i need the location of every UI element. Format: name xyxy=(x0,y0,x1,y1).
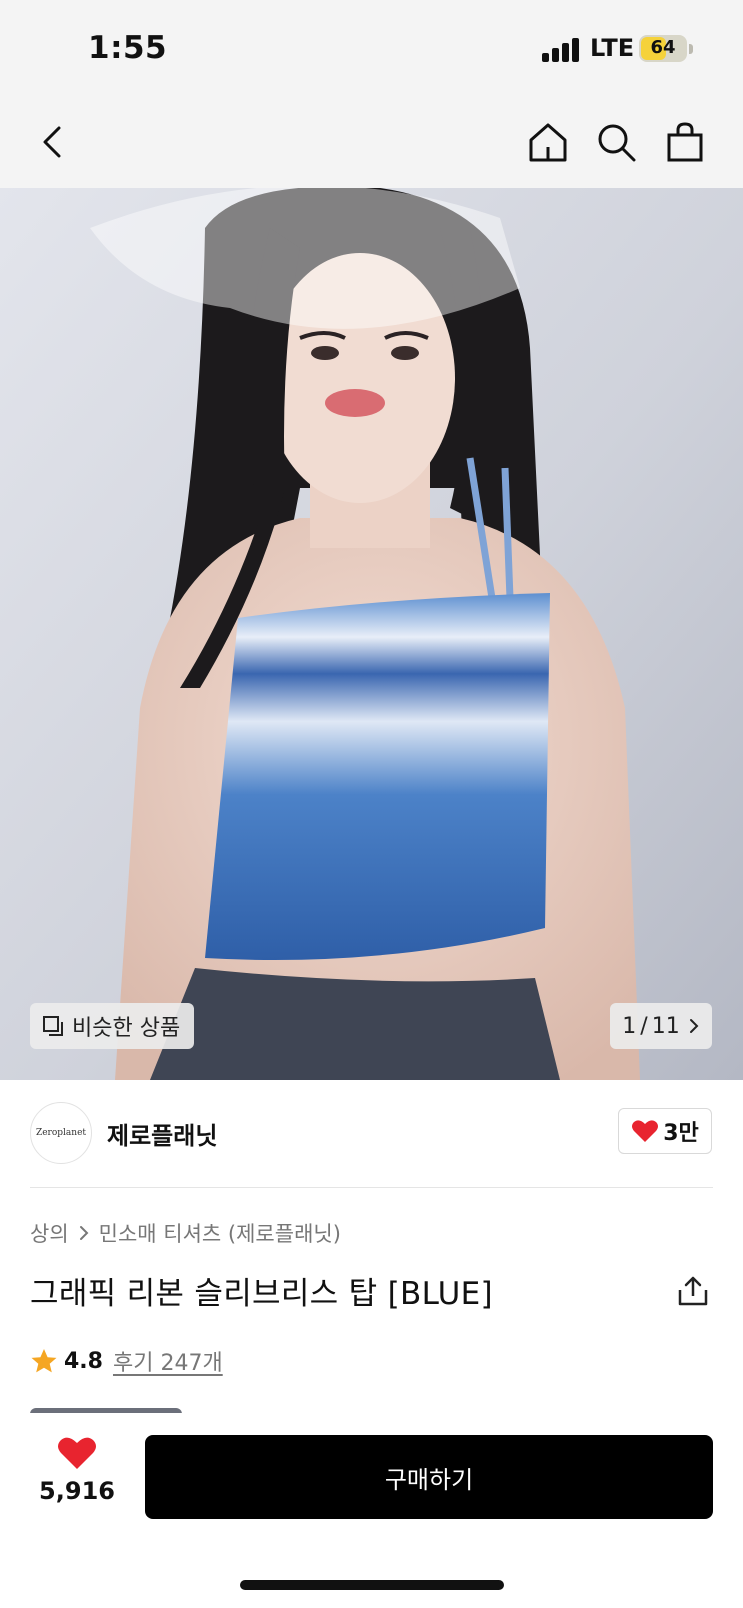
signal-icon xyxy=(542,38,582,62)
status-bar: 1:55 LTE 64 xyxy=(0,0,743,96)
page-current: 1 xyxy=(622,1013,637,1039)
brand-like-button[interactable]: 3만 xyxy=(618,1108,712,1154)
page-total: 11 xyxy=(651,1013,680,1039)
star-icon xyxy=(31,1349,57,1373)
battery-icon: 64 xyxy=(639,35,687,62)
brand-logo[interactable]: Zeroplanet xyxy=(30,1102,92,1164)
home-indicator xyxy=(240,1580,504,1590)
bottom-action-bar: 5,916 구매하기 xyxy=(0,1413,743,1608)
bag-icon xyxy=(667,122,703,162)
gallery-page-indicator[interactable]: 1 / 11 xyxy=(610,1003,712,1049)
home-button[interactable] xyxy=(520,114,576,170)
rating-value: 4.8 xyxy=(64,1348,103,1374)
chevron-right-icon xyxy=(689,1019,699,1033)
similar-icon xyxy=(43,1016,63,1036)
product-image[interactable] xyxy=(0,188,743,1080)
search-button[interactable] xyxy=(588,114,644,170)
share-button[interactable] xyxy=(676,1274,710,1308)
similar-items-button[interactable]: 비슷한 상품 xyxy=(30,1003,195,1049)
page-separator: / xyxy=(640,1013,648,1039)
chevron-right-icon xyxy=(79,1226,89,1240)
product-like-button[interactable]: 5,916 xyxy=(39,1435,115,1505)
product-title: 그래픽 리본 슬리브리스 탑 [BLUE] xyxy=(30,1276,493,1312)
product-like-count: 5,916 xyxy=(39,1477,115,1505)
rating-row: 4.8 후기 247개 xyxy=(30,1345,223,1377)
heart-icon xyxy=(632,1120,659,1142)
buy-button[interactable]: 구매하기 xyxy=(145,1435,713,1519)
share-icon xyxy=(678,1276,708,1306)
heart-icon xyxy=(58,1437,96,1469)
review-link[interactable]: 후기 247개 xyxy=(113,1345,223,1377)
brand-logo-text: Zeroplanet xyxy=(35,1128,87,1138)
breadcrumb-subcategory[interactable]: 민소매 티셔츠 (제로플래닛) xyxy=(99,1218,341,1248)
nav-bar xyxy=(0,96,743,188)
brand-row: Zeroplanet 제로플래닛 3만 xyxy=(0,1080,743,1188)
breadcrumb-category[interactable]: 상의 xyxy=(30,1218,69,1248)
brand-name[interactable]: 제로플래닛 xyxy=(107,1116,217,1151)
network-label: LTE xyxy=(590,34,635,62)
back-icon xyxy=(43,126,61,158)
battery-level: 64 xyxy=(650,37,676,58)
brand-like-count: 3만 xyxy=(663,1121,699,1146)
breadcrumb: 상의 민소매 티셔츠 (제로플래닛) xyxy=(30,1218,341,1248)
divider xyxy=(30,1187,713,1188)
search-icon xyxy=(598,124,636,162)
back-button[interactable] xyxy=(26,114,82,170)
home-icon xyxy=(529,123,567,162)
product-photo xyxy=(0,188,743,1080)
bag-button[interactable] xyxy=(657,114,713,170)
similar-items-label: 비슷한 상품 xyxy=(72,1016,181,1041)
status-time: 1:55 xyxy=(88,30,168,66)
battery-cap xyxy=(689,44,693,54)
